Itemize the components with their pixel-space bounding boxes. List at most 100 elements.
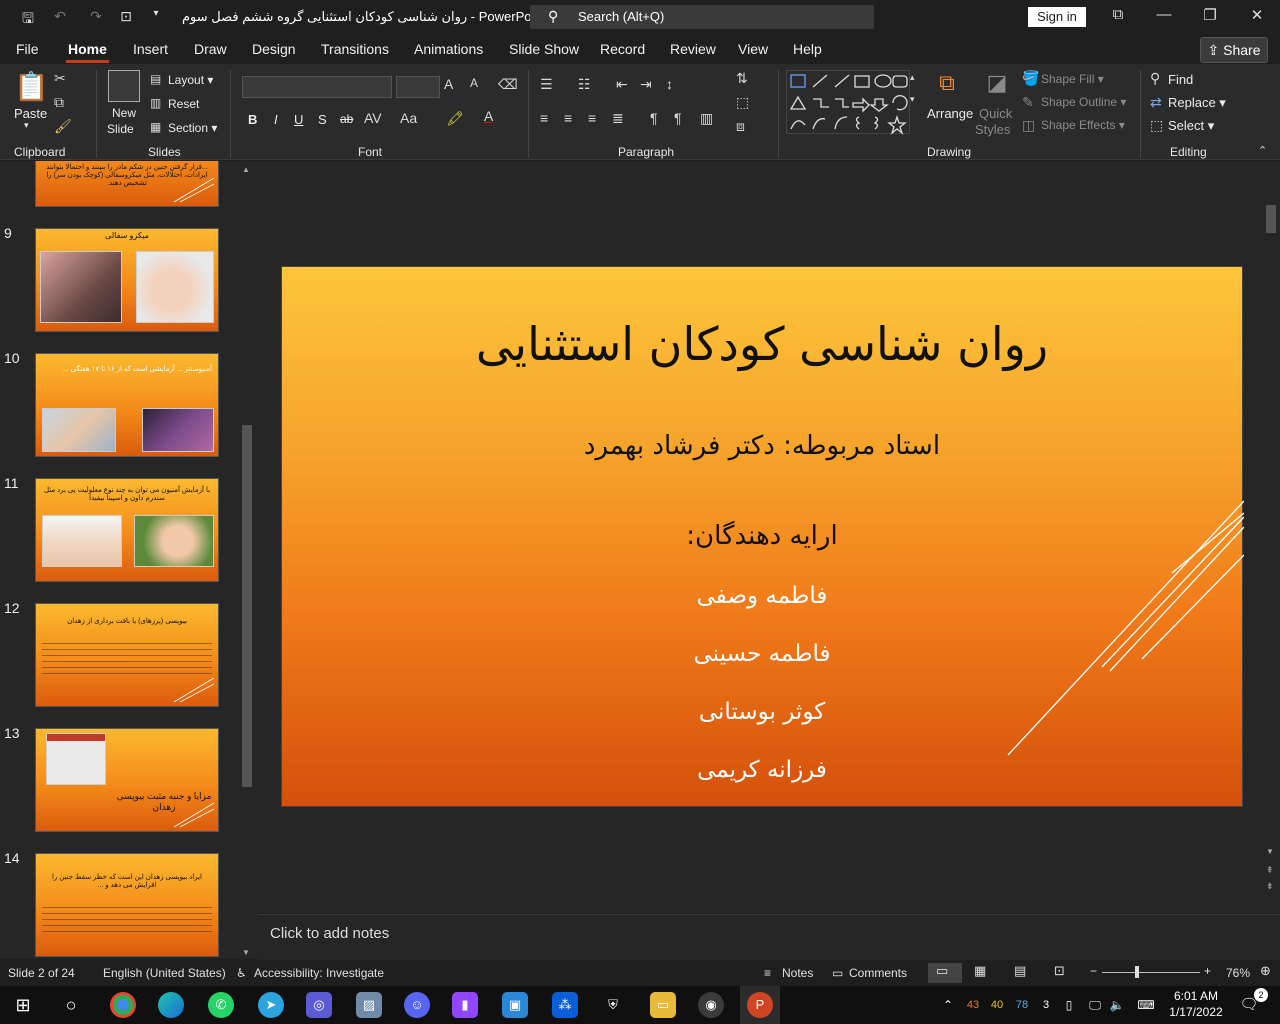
zoom-slider[interactable] — [1102, 972, 1200, 973]
collapse-ribbon-icon[interactable]: ⌃ — [1258, 144, 1267, 157]
app-icon[interactable]: ▣ — [502, 992, 528, 1018]
tab-insert[interactable]: Insert — [133, 41, 168, 57]
shape-outline-button[interactable]: Shape Outline ▾ — [1041, 95, 1126, 109]
notes-button[interactable]: Notes — [782, 966, 813, 980]
tab-design[interactable]: Design — [252, 41, 296, 57]
tab-transitions[interactable]: Transitions — [321, 41, 389, 57]
undo-icon[interactable]: ↶ — [50, 8, 70, 26]
zoom-out-icon[interactable]: − — [1090, 964, 1097, 978]
decrease-indent-icon[interactable]: ⇤ — [616, 76, 628, 93]
present-icon[interactable]: ⊡ — [116, 8, 136, 26]
scroll-down-icon[interactable]: ▼ — [242, 948, 250, 957]
chrome-icon[interactable] — [110, 992, 136, 1018]
slide-show-icon[interactable]: ⊡ — [1054, 963, 1065, 979]
font-size-select[interactable] — [396, 76, 440, 98]
find-button[interactable]: Find — [1168, 72, 1193, 87]
tab-record[interactable]: Record — [600, 41, 645, 57]
change-case-icon[interactable]: Aa — [400, 110, 417, 126]
font-family-select[interactable] — [242, 76, 392, 98]
tab-animations[interactable]: Animations — [414, 41, 483, 57]
increase-font-icon[interactable]: A — [444, 76, 453, 92]
twitch-icon[interactable]: ▮ — [452, 992, 478, 1018]
search-box[interactable]: ⚲ Search (Alt+Q) — [530, 5, 874, 29]
sign-in-button[interactable]: Sign in — [1028, 7, 1086, 27]
align-right-icon[interactable]: ≡ — [588, 110, 596, 126]
customize-quick-access-icon[interactable]: ▾ — [146, 8, 166, 26]
ribbon-display-icon[interactable]: ⧉ — [1106, 6, 1130, 28]
network-app-icon[interactable]: ⁂ — [552, 992, 578, 1018]
replace-button[interactable]: Replace ▾ — [1168, 95, 1226, 111]
search-icon[interactable]: ○ — [58, 992, 84, 1018]
fit-to-window-icon[interactable]: ⊕ — [1260, 963, 1271, 979]
previous-slide-icon[interactable]: ⇞ — [1266, 865, 1274, 876]
zoom-slider-thumb[interactable] — [1135, 966, 1139, 978]
new-slide-label-2[interactable]: Slide — [107, 122, 134, 136]
paste-icon[interactable]: 📋 — [14, 70, 49, 104]
clear-formatting-icon[interactable]: ⌫ — [498, 76, 518, 93]
app-icon[interactable]: ◎ — [306, 992, 332, 1018]
shadow-button[interactable]: S — [318, 112, 327, 127]
columns-icon[interactable]: ▥ — [700, 110, 713, 127]
align-text-icon[interactable]: ⬚ — [736, 94, 749, 111]
maximize-icon[interactable]: ❐ — [1198, 6, 1222, 28]
thumbnail-scrollbar[interactable]: ▲ ▼ — [240, 163, 254, 959]
strikethrough-button[interactable]: ab — [340, 112, 353, 126]
file-explorer-icon[interactable]: ▭ — [650, 992, 676, 1018]
slide-thumbnail[interactable]: میکرو سفالی — [35, 228, 219, 332]
tab-slide-show[interactable]: Slide Show — [509, 41, 579, 57]
select-button[interactable]: Select ▾ — [1168, 118, 1214, 134]
slide-thumbnail-pane[interactable]: ...قرار گرفتن جنین در شکم مادر را ببینند… — [0, 161, 258, 959]
next-slide-icon[interactable]: ⇟ — [1266, 881, 1274, 892]
quick-styles-icon[interactable]: ◪ — [982, 70, 1012, 100]
shapes-more-icon[interactable]: ▾ — [910, 94, 915, 105]
shape-effects-button[interactable]: Shape Effects ▾ — [1041, 118, 1125, 132]
section-button[interactable]: Section ▾ — [168, 121, 217, 135]
tab-draw[interactable]: Draw — [194, 41, 227, 57]
shapes-scroll-up-icon[interactable]: ▴ — [910, 72, 915, 83]
security-icon[interactable]: ⛨ — [600, 992, 626, 1018]
zoom-in-icon[interactable]: + — [1204, 964, 1211, 978]
slide-thumbnail[interactable]: ...قرار گرفتن جنین در شکم مادر را ببینند… — [35, 161, 219, 207]
slide-sorter-icon[interactable]: ▦ — [974, 963, 986, 979]
font-color-icon[interactable]: A — [484, 108, 493, 124]
justify-icon[interactable]: ≣ — [612, 110, 624, 127]
start-icon[interactable]: ⊞ — [10, 992, 36, 1018]
accessibility-button[interactable]: Accessibility: Investigate — [254, 966, 384, 980]
tab-help[interactable]: Help — [793, 41, 822, 57]
highlight-icon[interactable]: 🖍 — [446, 110, 464, 127]
layout-button[interactable]: Layout ▾ — [168, 73, 213, 87]
keyboard-icon[interactable]: ⌨ — [1132, 992, 1160, 1018]
quick-styles-label-1[interactable]: Quick — [979, 106, 1012, 121]
tab-home[interactable]: Home — [66, 41, 109, 63]
image-viewer-icon[interactable]: ▨ — [356, 992, 382, 1018]
paste-button[interactable]: Paste — [14, 106, 47, 121]
slide-thumbnail[interactable]: بیوپسی (پرزهای) یا بافت برداری از زهدان — [35, 603, 219, 707]
presenter-name[interactable]: فرزانه کریمی — [282, 757, 1242, 783]
redo-icon[interactable]: ↷ — [86, 8, 106, 26]
scroll-down-icon[interactable]: ▼ — [1266, 847, 1274, 856]
scrollbar-thumb[interactable] — [242, 425, 252, 787]
slide-thumbnail[interactable]: مزایا و جنبه مثبت بیوپسی زهدان — [35, 728, 219, 832]
new-slide-icon[interactable] — [108, 70, 140, 102]
notes-pane[interactable]: Click to add notes — [258, 914, 1280, 960]
instructor-line[interactable]: استاد مربوطه: دکتر فرشاد بهمرد — [282, 431, 1242, 461]
media-player-icon[interactable]: ◉ — [698, 992, 724, 1018]
slide-title[interactable]: روان شناسی کودکان استثنایی — [282, 317, 1242, 371]
format-painter-icon[interactable]: 🖌 — [54, 118, 72, 135]
underline-button[interactable]: U — [294, 112, 303, 127]
minimize-icon[interactable]: — — [1152, 6, 1176, 28]
tab-review[interactable]: Review — [670, 41, 716, 57]
increase-indent-icon[interactable]: ⇥ — [640, 76, 652, 93]
reset-button[interactable]: Reset — [168, 97, 199, 111]
zoom-level[interactable]: 76% — [1226, 966, 1250, 980]
close-icon[interactable]: ✕ — [1245, 6, 1269, 28]
save-icon[interactable]: 🖫 — [18, 8, 38, 26]
bold-button[interactable]: B — [248, 112, 257, 127]
editor-scrollbar[interactable]: ▼ ⇞ ⇟ — [1264, 163, 1278, 913]
network-icon[interactable]: 🖵 — [1084, 992, 1106, 1018]
tab-view[interactable]: View — [738, 41, 768, 57]
discord-icon[interactable]: ☺ — [404, 992, 430, 1018]
cut-icon[interactable]: ✂ — [54, 70, 66, 87]
align-center-icon[interactable]: ≡ — [564, 110, 572, 126]
rtl-icon[interactable]: ¶ — [674, 110, 682, 126]
